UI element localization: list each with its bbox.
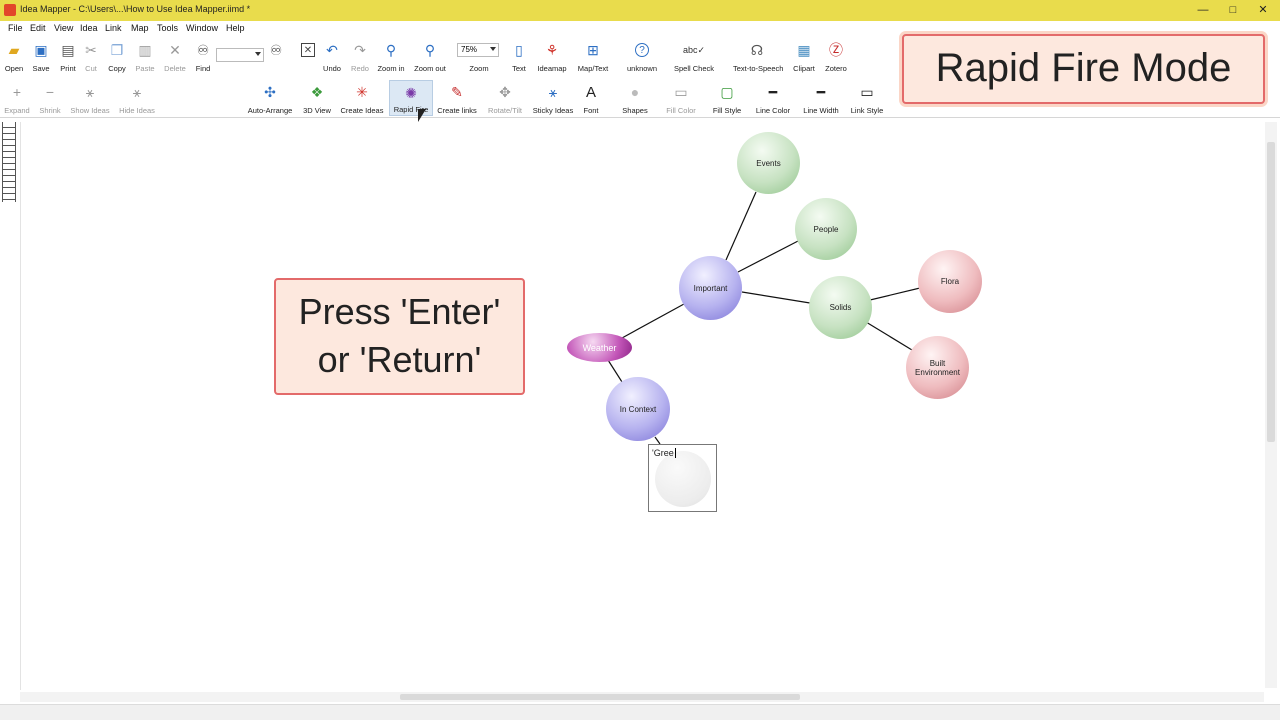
binoculars-icon: ♾ xyxy=(269,41,283,58)
fill-style-icon: ▢ xyxy=(720,83,734,100)
create-ideas-icon: ✳ xyxy=(356,83,368,100)
minus-icon: − xyxy=(45,84,55,100)
callout-line-2: or 'Return' xyxy=(317,339,482,380)
app-icon xyxy=(4,4,16,16)
magnifier-minus-icon: ⚲ xyxy=(424,41,436,58)
menu-idea[interactable]: Idea xyxy=(80,23,98,33)
hide-ideas-icon: ⚹ xyxy=(132,83,142,100)
show-ideas-button[interactable]: ⚹ Show Ideas xyxy=(66,80,114,116)
3d-view-icon: ❖ xyxy=(310,83,324,100)
binoculars-icon: ♾ xyxy=(196,41,210,58)
line-color-icon: ━ xyxy=(768,83,778,100)
rotate-icon: ✥ xyxy=(499,83,511,100)
line-color-button[interactable]: ━ Line Color xyxy=(749,80,797,116)
mouse-cursor-icon xyxy=(418,109,426,122)
font-icon: A xyxy=(585,83,596,101)
enter-return-callout: Press 'Enter' or 'Return' xyxy=(274,278,525,395)
idea-node-weather[interactable]: Weather xyxy=(567,333,632,362)
rapid-fire-button[interactable]: ✺ Rapid Fire xyxy=(389,80,433,116)
help-unknown-button[interactable]: ? unknown xyxy=(618,38,666,74)
idea-node-in-context[interactable]: In Context xyxy=(606,377,670,441)
create-ideas-button[interactable]: ✳ Create Ideas xyxy=(338,80,386,116)
vertical-scrollbar[interactable] xyxy=(1265,122,1277,688)
minimize-button[interactable]: — xyxy=(1188,0,1218,21)
idea-node-solids[interactable]: Solids xyxy=(809,276,872,339)
zotero-button[interactable]: Ⓩ Zotero xyxy=(812,38,860,74)
new-idea-ghost-shape xyxy=(655,451,711,507)
menu-file[interactable]: File xyxy=(8,23,23,33)
menu-view[interactable]: View xyxy=(54,23,73,33)
idea-node-flora[interactable]: Flora xyxy=(918,250,982,313)
document-icon: ▯ xyxy=(515,41,523,58)
status-bar xyxy=(0,704,1280,720)
horizontal-scroll-thumb[interactable] xyxy=(400,694,800,700)
font-button[interactable]: A Font xyxy=(567,80,615,116)
spell-check-button[interactable]: abc✓ Spell Check xyxy=(670,38,718,74)
menu-window[interactable]: Window xyxy=(186,23,218,33)
line-width-button[interactable]: ━ Line Width xyxy=(797,80,845,116)
outline-ruler[interactable] xyxy=(2,122,16,202)
new-idea-text-input[interactable]: 'Gree xyxy=(652,448,676,458)
callout-line-1: Press 'Enter' xyxy=(298,291,501,332)
line-width-icon: ━ xyxy=(816,83,826,100)
menu-edit[interactable]: Edit xyxy=(30,23,46,33)
vertical-scroll-thumb[interactable] xyxy=(1267,142,1275,442)
spell-check-icon: abc✓ xyxy=(682,44,706,55)
fill-style-button[interactable]: ▢ Fill Style xyxy=(703,80,751,116)
split-view-icon: ⊞ xyxy=(587,41,599,58)
ideamap-icon: ⚘ xyxy=(545,41,559,58)
hide-ideas-button[interactable]: ⚹ Hide Ideas xyxy=(113,80,161,116)
window-title: Idea Mapper - C:\Users\...\How to Use Id… xyxy=(20,4,251,14)
menu-map[interactable]: Map xyxy=(131,23,149,33)
shape-ball-icon: ● xyxy=(630,84,640,100)
shapes-button[interactable]: ● Shapes xyxy=(611,80,659,116)
link-style-button[interactable]: ▭ Link Style xyxy=(843,80,891,116)
zotero-icon: Ⓩ xyxy=(829,42,843,58)
3d-view-button[interactable]: ❖ 3D View xyxy=(293,80,341,116)
help-icon: ? xyxy=(635,43,649,57)
rapid-fire-icon: ✺ xyxy=(405,84,417,101)
create-links-button[interactable]: ✎ Create links xyxy=(433,80,481,116)
sticky-ideas-icon: ⚹ xyxy=(548,83,558,100)
maximize-button[interactable]: □ xyxy=(1218,0,1248,21)
menu-help[interactable]: Help xyxy=(226,23,245,33)
title-bar: Idea Mapper - C:\Users\...\How to Use Id… xyxy=(0,0,1280,21)
find-options-button[interactable]: ♾ xyxy=(258,38,294,74)
fill-color-icon: ▭ xyxy=(674,83,688,100)
speech-icon: ☊ xyxy=(750,41,764,58)
idea-node-events[interactable]: Events xyxy=(737,132,800,194)
fill-color-button[interactable]: ▭ Fill Color xyxy=(657,80,705,116)
horizontal-scrollbar[interactable] xyxy=(20,692,1264,702)
main-toolbar: ▰ Open ▣ Save ▤ Print ✂ Cut ❐ Copy ▥ Pas… xyxy=(0,38,900,74)
idea-node-important[interactable]: Important xyxy=(679,256,742,320)
auto-arrange-icon: ✣ xyxy=(264,83,276,100)
show-ideas-icon: ⚹ xyxy=(85,83,95,100)
create-links-icon: ✎ xyxy=(451,83,463,100)
close-window-button[interactable]: ✕ xyxy=(1248,0,1278,21)
text-to-speech-button[interactable]: ☊ Text-to-Speech xyxy=(733,38,783,74)
clipart-icon: ▦ xyxy=(797,41,811,58)
link-style-icon: ▭ xyxy=(860,83,874,100)
plus-icon: + xyxy=(12,84,22,100)
zoom-out-button[interactable]: ⚲ Zoom out xyxy=(406,38,454,74)
new-idea-editor[interactable]: 'Gree xyxy=(648,444,717,512)
idea-toolbar: + Expand − Shrink ⚹ Show Ideas ⚹ Hide Id… xyxy=(0,80,900,184)
rotate-tilt-button[interactable]: ✥ Rotate/Tilt xyxy=(481,80,529,116)
auto-arrange-button[interactable]: ✣ Auto-Arrange xyxy=(246,80,294,116)
idea-node-built-environment[interactable]: Built Environment xyxy=(906,336,969,399)
map-text-view-button[interactable]: ⊞ Map/Text xyxy=(569,38,617,74)
menu-link[interactable]: Link xyxy=(105,23,122,33)
magnifier-plus-icon: ⚲ xyxy=(385,41,397,58)
rapid-fire-mode-banner: Rapid Fire Mode xyxy=(902,34,1265,104)
menu-tools[interactable]: Tools xyxy=(157,23,178,33)
find-combo[interactable] xyxy=(216,48,264,62)
toolbar-divider xyxy=(0,117,1280,118)
idea-node-people[interactable]: People xyxy=(795,198,857,260)
